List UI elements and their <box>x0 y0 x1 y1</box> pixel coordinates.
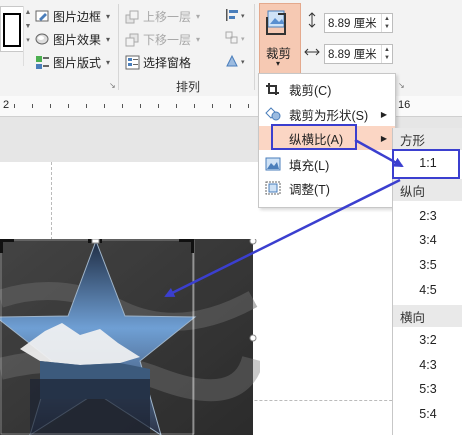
fill-icon <box>265 157 281 171</box>
picture-effects-label: 图片效果 <box>53 32 102 47</box>
submenu-header-portrait: 纵向 <box>393 179 462 201</box>
picture-border-label: 图片边框 <box>53 9 102 24</box>
resize-handle[interactable] <box>249 239 257 245</box>
picture-layout-button[interactable]: 图片版式 ▾ <box>35 52 110 72</box>
width-spinner[interactable]: 8.89 厘米 ▲ ▼ <box>324 44 393 64</box>
svg-text:▾: ▾ <box>241 36 245 43</box>
rotate-button[interactable]: ▾ <box>224 53 248 69</box>
chevron-right-icon: ▶ <box>380 133 387 143</box>
ruler-number: 2 <box>3 99 10 111</box>
submenu-item-3-4[interactable]: 3:4 <box>393 229 462 251</box>
menu-item-fill[interactable]: 填充(L) <box>259 152 395 176</box>
send-backward-label: 下移一层 <box>143 32 192 47</box>
chevron-down-icon: ▾ <box>106 34 111 44</box>
group-divider <box>118 4 119 90</box>
selection-pane-label: 选择窗格 <box>143 55 192 70</box>
picture-group-launcher[interactable]: ↘ <box>109 81 116 90</box>
picture-layout-label: 图片版式 <box>53 55 102 70</box>
chevron-right-icon: ▶ <box>380 109 387 119</box>
send-backward-icon <box>125 33 139 46</box>
bring-forward-label: 上移一层 <box>143 9 192 24</box>
height-value: 8.89 厘米 <box>328 18 377 30</box>
submenu-item-5-3[interactable]: 5:3 <box>393 378 462 400</box>
picture-effects-button[interactable]: 图片效果 ▾ <box>35 29 110 49</box>
picture-layout-icon <box>36 55 49 69</box>
menu-item-label: 填充(L) <box>289 158 330 173</box>
gallery-scroll[interactable]: ▲ ▼ ▾ <box>23 6 32 66</box>
align-button[interactable]: ▾ <box>224 7 248 23</box>
submenu-item-5-4[interactable]: 5:4 <box>393 403 462 425</box>
chevron-down-icon: ▾ <box>106 57 111 67</box>
group-divider <box>254 4 255 90</box>
selection-pane-button[interactable]: 选择窗格 <box>125 52 191 72</box>
size-group-launcher[interactable]: ↘ <box>398 81 405 90</box>
submenu-header-square: 方形 <box>393 128 462 150</box>
selection-pane-icon <box>125 55 140 69</box>
bring-forward-button[interactable]: 上移一层 ▾ <box>125 6 200 26</box>
ruler-number: 16 <box>398 99 411 111</box>
crop-split-button[interactable]: 裁剪 ▾ <box>259 3 301 75</box>
chevron-down-icon: ▾ <box>196 34 201 44</box>
align-icon: ▾ <box>226 9 245 21</box>
chevron-down-icon: ▾ <box>196 11 201 21</box>
menu-item-crop[interactable]: 裁剪(C) <box>259 77 395 101</box>
submenu-header-landscape: 横向 <box>393 305 462 327</box>
bring-forward-icon <box>125 10 139 23</box>
crop-icon <box>266 10 286 35</box>
menu-item-crop-to-shape[interactable]: 裁剪为形状(S) ▶ <box>259 102 395 126</box>
picture-border-icon <box>35 10 49 21</box>
menu-item-label: 裁剪为形状(S) <box>289 108 369 123</box>
crop-icon <box>266 83 279 95</box>
height-spinner[interactable]: 8.89 厘米 ▲ ▼ <box>324 13 393 33</box>
rotate-icon: ▾ <box>226 54 245 67</box>
menu-item-fit[interactable]: 调整(T) <box>259 176 395 200</box>
picture-border-button[interactable]: 图片边框 ▾ <box>35 6 110 26</box>
submenu-item-4-5[interactable]: 4:5 <box>393 279 462 301</box>
submenu-item-3-5[interactable]: 3:5 <box>393 254 462 276</box>
chevron-down-icon: ▾ <box>276 59 281 68</box>
picture-style-gallery[interactable] <box>0 6 24 52</box>
annotation-box-1-1 <box>392 149 460 179</box>
resize-handle[interactable] <box>249 334 257 342</box>
group-button[interactable]: ▾ <box>224 30 248 46</box>
cropped-picture[interactable] <box>0 239 260 435</box>
submenu-item-2-3[interactable]: 2:3 <box>393 205 462 227</box>
svg-text:▾: ▾ <box>241 59 245 66</box>
arrange-group-label: 排列 <box>176 80 201 94</box>
fit-icon <box>265 181 281 195</box>
group-icon: ▾ <box>225 31 245 44</box>
svg-text:▾: ▾ <box>241 13 245 20</box>
width-icon <box>304 45 320 59</box>
submenu-item-3-2[interactable]: 3:2 <box>393 329 462 351</box>
picture-effects-icon <box>35 33 49 44</box>
send-backward-button[interactable]: 下移一层 ▾ <box>125 29 200 49</box>
gallery-thumbnail <box>3 13 21 47</box>
spinner-arrows[interactable]: ▲ ▼ <box>381 45 392 63</box>
resize-handle[interactable] <box>91 239 100 244</box>
menu-item-label: 裁剪(C) <box>289 83 332 98</box>
width-value: 8.89 厘米 <box>328 49 377 61</box>
annotation-box-aspect-ratio <box>271 124 357 150</box>
shapes-icon <box>265 107 281 121</box>
submenu-item-4-3[interactable]: 4:3 <box>393 354 462 376</box>
chevron-down-icon: ▾ <box>106 11 111 21</box>
spinner-arrows[interactable]: ▲ ▼ <box>381 14 392 32</box>
height-icon <box>306 12 318 28</box>
menu-item-label: 调整(T) <box>289 182 330 197</box>
